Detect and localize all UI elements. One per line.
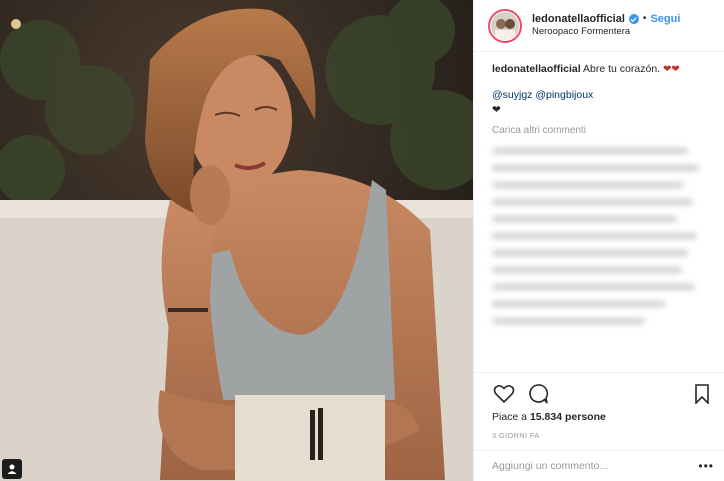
caption-mentions[interactable]: @suyjgz @pingbijoux	[492, 88, 710, 103]
instagram-post: ledonatellaofficial • Segui Neroopaco Fo…	[0, 0, 724, 481]
location-link[interactable]: Neroopaco Formentera	[532, 26, 680, 38]
comments-section: ledonatellaofficial Abre tu corazón. ❤❤ …	[474, 52, 724, 352]
red-hearts-emoji-icon: ❤❤	[663, 64, 680, 75]
post-photo[interactable]	[0, 0, 473, 481]
post-header: ledonatellaofficial • Segui Neroopaco Fo…	[474, 0, 724, 52]
profile-username-link[interactable]: ledonatellaofficial	[532, 13, 625, 26]
header-text: ledonatellaofficial • Segui Neroopaco Fo…	[532, 13, 680, 39]
add-comment-bar: Aggiungi un commento... •••	[474, 450, 724, 481]
caption: ledonatellaofficial Abre tu corazón. ❤❤	[492, 62, 710, 78]
photo-illustration	[0, 0, 473, 481]
avatar[interactable]	[488, 8, 522, 43]
speech-bubble-icon[interactable]	[526, 382, 550, 406]
post-actions: Piace a 15.834 persone 3 GIORNI FA	[474, 372, 724, 440]
blurred-comment-text	[492, 142, 710, 352]
user-tag-icon[interactable]	[2, 459, 22, 479]
likes-number[interactable]: 15.834 persone	[530, 411, 606, 423]
avatar-image	[491, 11, 519, 40]
comment-input[interactable]: Aggiungi un commento...	[492, 460, 698, 472]
heart-outline-icon[interactable]	[492, 382, 516, 406]
bookmark-icon[interactable]	[690, 382, 714, 406]
likes-count[interactable]: Piace a 15.834 persone	[492, 411, 714, 423]
action-row	[492, 379, 714, 409]
follow-button[interactable]: Segui	[650, 13, 680, 26]
caption-username-link[interactable]: ledonatellaofficial	[492, 63, 581, 75]
separator-dot: •	[642, 13, 647, 25]
verified-badge-icon	[628, 14, 639, 25]
black-heart-emoji-icon: ❤	[492, 103, 501, 116]
more-options-icon[interactable]: •••	[698, 459, 714, 473]
likes-prefix: Piace a	[492, 411, 528, 423]
post-side-panel: ledonatellaofficial • Segui Neroopaco Fo…	[473, 0, 724, 481]
load-more-comments-link[interactable]: Carica altri commenti	[492, 124, 710, 139]
caption-text: Abre tu corazón.	[583, 63, 661, 75]
post-timestamp[interactable]: 3 GIORNI FA	[492, 431, 714, 440]
